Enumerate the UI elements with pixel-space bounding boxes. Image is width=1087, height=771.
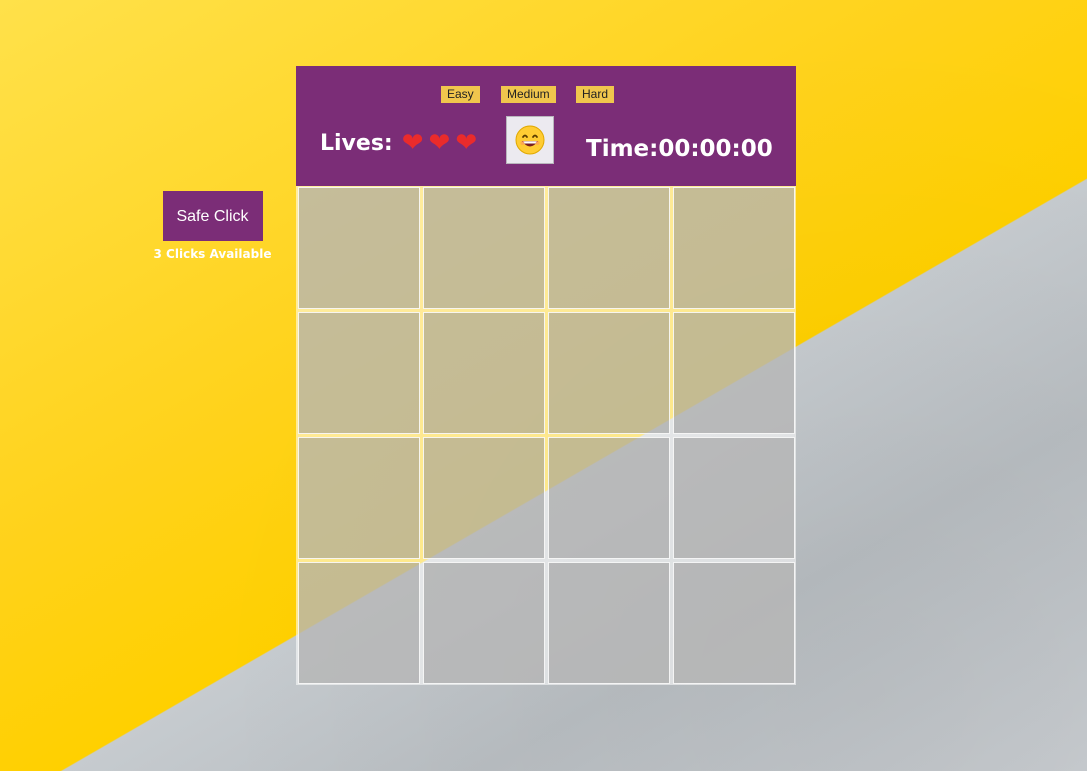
restart-smiley-button[interactable] xyxy=(506,116,554,164)
grinning-smiley-icon xyxy=(515,125,545,155)
lives-display: Lives: ❤ ❤ ❤ xyxy=(320,130,477,156)
board-cell[interactable] xyxy=(673,437,795,559)
board-cell[interactable] xyxy=(298,437,420,559)
timer-display: Time:00:00:00 xyxy=(586,136,773,162)
difficulty-easy-button[interactable]: Easy xyxy=(441,86,480,103)
board-cell[interactable] xyxy=(298,187,420,309)
safe-clicks-available: 3 Clicks Available xyxy=(153,247,272,261)
game-board xyxy=(296,186,796,685)
safe-click-panel: Safe Click 3 Clicks Available xyxy=(150,191,275,261)
lives-label: Lives: xyxy=(320,130,393,156)
board-cell[interactable] xyxy=(423,562,545,684)
timer-label: Time: xyxy=(586,136,659,162)
board-cell[interactable] xyxy=(298,312,420,434)
board-cell[interactable] xyxy=(673,187,795,309)
difficulty-hard-button[interactable]: Hard xyxy=(576,86,615,103)
board-cell[interactable] xyxy=(673,562,795,684)
game-container: Easy Medium Hard Lives: ❤ ❤ ❤ Time:00:00… xyxy=(296,66,796,685)
board-cell[interactable] xyxy=(548,187,670,309)
difficulty-selector: Easy Medium Hard xyxy=(296,86,796,104)
board-cell[interactable] xyxy=(423,312,545,434)
board-cell[interactable] xyxy=(548,437,670,559)
heart-icon: ❤ xyxy=(428,128,451,158)
difficulty-medium-button[interactable]: Medium xyxy=(501,86,556,103)
board-cell[interactable] xyxy=(423,187,545,309)
heart-icon: ❤ xyxy=(455,128,478,158)
heart-icon: ❤ xyxy=(401,128,424,158)
board-cell[interactable] xyxy=(298,562,420,684)
board-cell[interactable] xyxy=(548,562,670,684)
board-cell[interactable] xyxy=(548,312,670,434)
timer-value: 00:00:00 xyxy=(658,136,773,162)
game-header: Easy Medium Hard Lives: ❤ ❤ ❤ Time:00:00… xyxy=(296,66,796,186)
safe-click-button[interactable]: Safe Click xyxy=(162,191,263,241)
board-cell[interactable] xyxy=(423,437,545,559)
board-cell[interactable] xyxy=(673,312,795,434)
